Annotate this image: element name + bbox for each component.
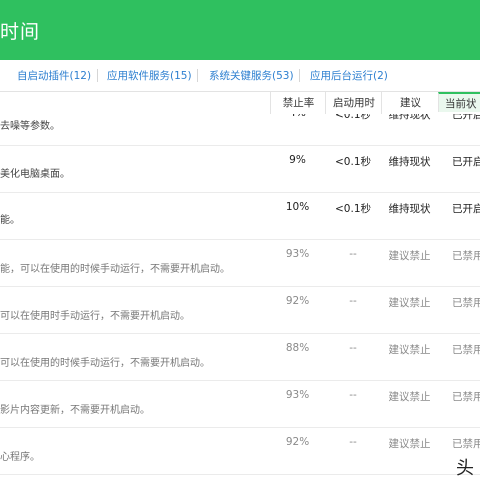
item-suggestion: 建议禁止: [388, 344, 431, 356]
watermark-logo: 头: [456, 458, 474, 479]
item-status[interactable]: 已禁用: [452, 436, 480, 451]
list-item[interactable]: 能。 10% <0.1秒 维持现状 已开启: [0, 193, 480, 240]
item-boot-time: --: [349, 389, 357, 401]
item-ban-rate: 93%: [285, 389, 310, 401]
item-description: 影片内容更新，不需要开机启动。: [0, 405, 150, 416]
item-description: 可以在使用的时候手动运行，不需要开机启动。: [0, 358, 210, 369]
window-title: 时间: [0, 21, 41, 43]
item-description: 心程序。: [0, 452, 40, 463]
item-suggestion: 建议禁止: [388, 250, 431, 262]
column-boot-time[interactable]: 启动用时: [325, 92, 382, 114]
tab-system-services[interactable]: 系统关键服务(53): [209, 68, 294, 83]
item-suggestion: 建议禁止: [388, 391, 431, 403]
column-header: 禁止率 启动用时 建议 当前状态: [0, 92, 480, 115]
list-item[interactable]: 影片内容更新，不需要开机启动。 93% -- 建议禁止 已禁用: [0, 381, 480, 428]
list-item[interactable]: 可以在使用的时候手动运行，不需要开机启动。 88% -- 建议禁止 已禁用: [0, 334, 480, 381]
item-status[interactable]: 已禁用: [452, 389, 480, 404]
item-boot-time: <0.1秒: [335, 203, 371, 215]
column-status[interactable]: 当前状态: [438, 92, 480, 112]
tab-background-apps[interactable]: 应用后台运行(2): [310, 68, 388, 83]
startup-item-list: 去噪等参数。 4% <0.1秒 维持现状 已开启 美化电脑桌面。 9% <0.1…: [0, 114, 480, 480]
item-boot-time: --: [349, 295, 357, 307]
item-ban-rate: 92%: [285, 295, 310, 307]
item-ban-rate: 88%: [285, 342, 310, 354]
item-description: 去噪等参数。: [0, 121, 60, 132]
tab-divider: [97, 69, 98, 82]
item-status[interactable]: 已开启: [452, 114, 480, 122]
tab-divider: [197, 69, 198, 82]
item-status[interactable]: 已禁用: [452, 295, 480, 310]
item-boot-time: <0.1秒: [335, 156, 371, 168]
tab-divider: [299, 69, 300, 82]
item-description: 可以在使用时手动运行，不需要开机启动。: [0, 311, 190, 322]
tab-bar: 自启动插件(12) 应用软件服务(15) 系统关键服务(53) 应用后台运行(2…: [0, 60, 480, 92]
column-ban-rate[interactable]: 禁止率: [270, 92, 326, 114]
item-boot-time: <0.1秒: [335, 114, 371, 121]
item-suggestion: 维持现状: [388, 203, 431, 215]
item-ban-rate: 10%: [285, 201, 310, 213]
item-suggestion: 建议禁止: [388, 297, 431, 309]
item-suggestion: 维持现状: [388, 114, 431, 121]
item-description: 能，可以在使用的时候手动运行，不需要开机启动。: [0, 264, 230, 275]
item-boot-time: --: [349, 342, 357, 354]
item-ban-rate: 93%: [285, 248, 310, 260]
list-item[interactable]: 去噪等参数。 4% <0.1秒 维持现状 已开启: [0, 114, 480, 146]
column-suggestion[interactable]: 建议: [381, 92, 439, 114]
item-status[interactable]: 已开启: [452, 154, 480, 169]
tab-autostart-plugins[interactable]: 自启动插件(12): [17, 68, 91, 83]
item-suggestion: 维持现状: [388, 156, 431, 168]
item-boot-time: --: [349, 248, 357, 260]
item-ban-rate: 4%: [270, 114, 325, 119]
item-description: 美化电脑桌面。: [0, 169, 70, 180]
list-item[interactable]: 能，可以在使用的时候手动运行，不需要开机启动。 93% -- 建议禁止 已禁用: [0, 240, 480, 287]
tab-app-services[interactable]: 应用软件服务(15): [107, 68, 192, 83]
item-boot-time: --: [349, 436, 357, 448]
item-status[interactable]: 已开启: [452, 201, 480, 216]
list-item[interactable]: 心程序。 92% -- 建议禁止 已禁用: [0, 428, 480, 475]
item-suggestion: 建议禁止: [388, 438, 431, 450]
app-header: 时间: [0, 0, 480, 60]
item-description: 能。: [0, 215, 20, 226]
item-ban-rate: 9%: [289, 154, 306, 166]
list-item[interactable]: 可以在使用时手动运行，不需要开机启动。 92% -- 建议禁止 已禁用: [0, 287, 480, 334]
item-status[interactable]: 已禁用: [452, 342, 480, 357]
item-ban-rate: 92%: [285, 436, 310, 448]
list-item[interactable]: 美化电脑桌面。 9% <0.1秒 维持现状 已开启: [0, 146, 480, 193]
item-status[interactable]: 已禁用: [452, 248, 480, 263]
